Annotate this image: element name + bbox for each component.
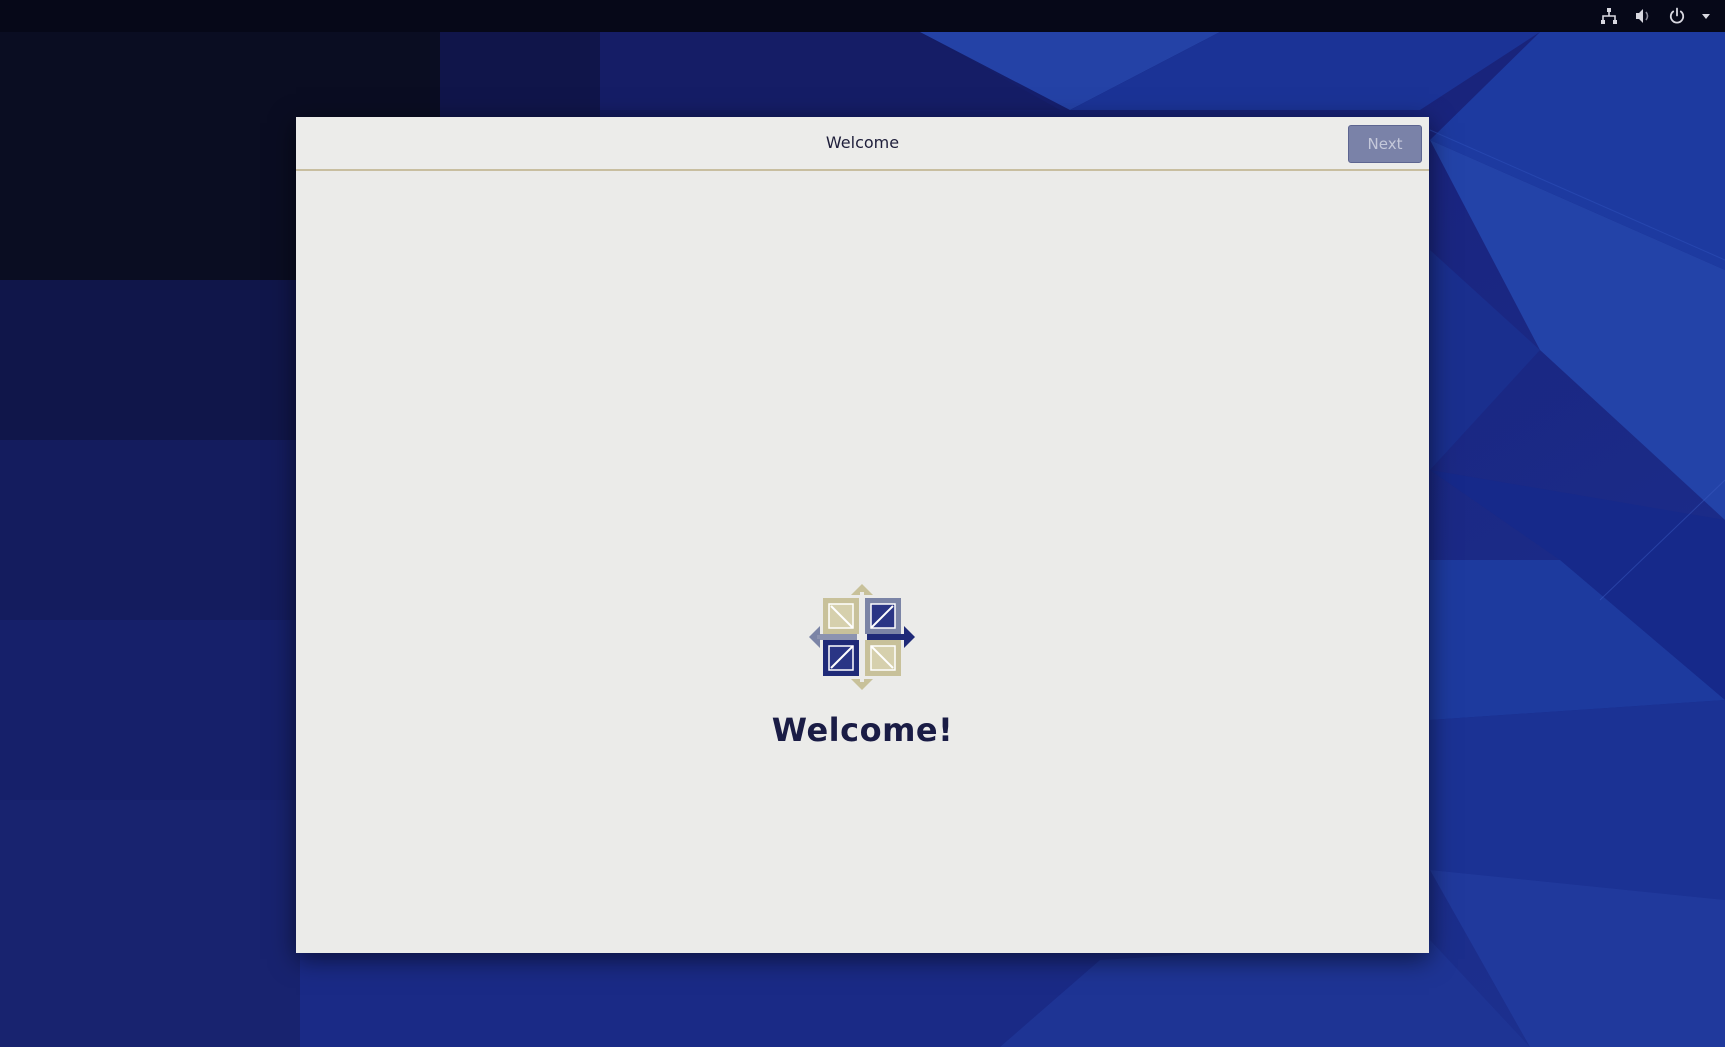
window-title: Welcome <box>825 133 900 152</box>
chevron-down-icon[interactable] <box>1699 4 1713 28</box>
welcome-window: Welcome Next Welcome! <box>296 117 1429 953</box>
top-panel <box>0 0 1725 32</box>
power-icon[interactable] <box>1665 4 1689 28</box>
desktop: Welcome Next Welcome! <box>0 0 1725 1047</box>
next-button[interactable]: Next <box>1348 125 1422 163</box>
window-headerbar: Welcome Next <box>296 117 1429 171</box>
volume-icon[interactable] <box>1631 4 1655 28</box>
network-icon[interactable] <box>1597 4 1621 28</box>
welcome-content: Welcome! <box>296 171 1429 953</box>
system-tray[interactable] <box>1597 0 1713 32</box>
welcome-heading: Welcome! <box>771 711 954 749</box>
centos-logo <box>809 584 915 690</box>
